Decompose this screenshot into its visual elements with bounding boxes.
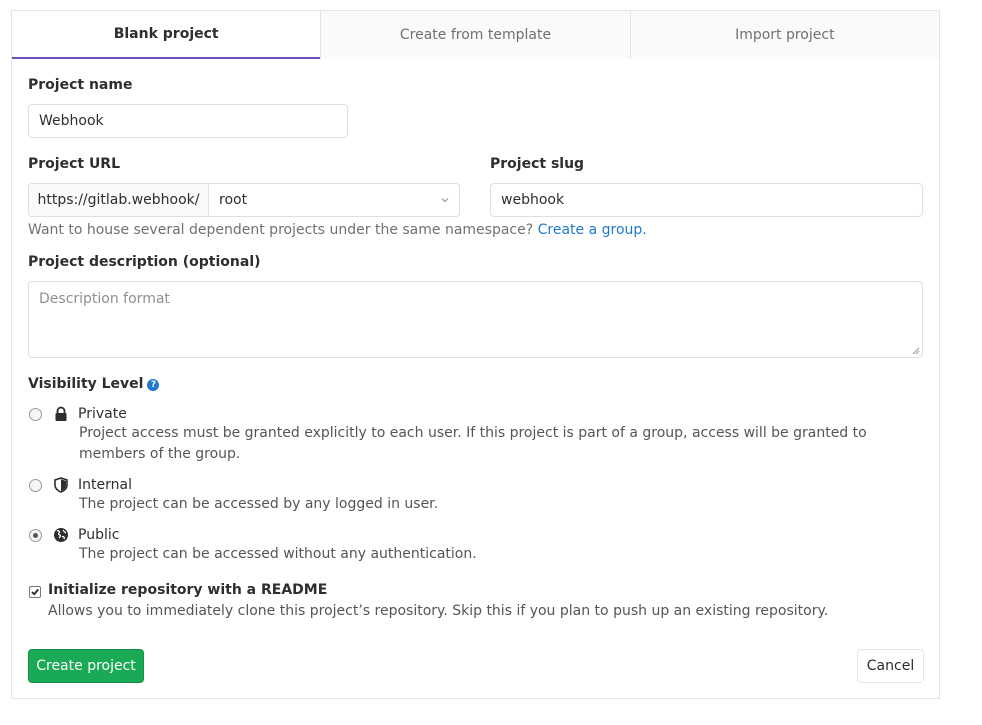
readme-desc: Allows you to immediately clone this pro… xyxy=(48,603,829,619)
visibility-level-text: Visibility Level xyxy=(28,376,144,392)
create-project-button[interactable]: Create project xyxy=(28,649,144,683)
tab-blank-project[interactable]: Blank project xyxy=(12,11,321,59)
project-slug-input[interactable]: webhook xyxy=(490,183,923,217)
project-description-textarea[interactable]: Description format xyxy=(28,281,923,358)
visibility-private-desc: Project access must be granted explicitl… xyxy=(79,425,867,462)
new-project-panel: Blank project Create from template Impor… xyxy=(11,10,940,699)
tab-import-project[interactable]: Import project xyxy=(629,11,939,59)
help-icon[interactable]: ? xyxy=(147,379,160,391)
radio-internal[interactable] xyxy=(29,479,42,492)
namespace-select[interactable]: root xyxy=(209,184,459,216)
namespace-help: Want to house several dependent projects… xyxy=(28,222,647,238)
project-url-label: Project URL xyxy=(28,156,121,172)
visibility-public-title: Public xyxy=(78,527,120,543)
description-placeholder: Description format xyxy=(39,291,170,307)
readme-checkbox[interactable] xyxy=(29,586,41,598)
visibility-internal-desc: The project can be accessed by any logge… xyxy=(79,496,439,512)
resize-grip-icon[interactable] xyxy=(912,347,920,355)
project-tabs: Blank project Create from template Impor… xyxy=(12,11,939,59)
visibility-private-title: Private xyxy=(78,406,127,422)
radio-public[interactable] xyxy=(29,529,42,542)
globe-icon xyxy=(54,528,68,542)
radio-private[interactable] xyxy=(29,408,42,421)
check-icon xyxy=(31,588,39,596)
project-name-input[interactable]: Webhook xyxy=(28,104,348,138)
readme-label: Initialize repository with a README xyxy=(48,582,328,598)
url-prefix: https://gitlab.webhook/ xyxy=(29,184,209,216)
cancel-button[interactable]: Cancel xyxy=(857,649,924,683)
visibility-internal-title: Internal xyxy=(78,477,132,493)
namespace-value: root xyxy=(219,192,248,208)
shield-icon xyxy=(54,477,68,493)
project-description-label: Project description (optional) xyxy=(28,254,261,270)
lock-icon xyxy=(55,406,67,421)
chevron-down-icon xyxy=(441,198,449,203)
project-slug-label: Project slug xyxy=(490,156,585,172)
project-slug-value: webhook xyxy=(501,192,565,208)
namespace-help-text: Want to house several dependent projects… xyxy=(28,222,534,238)
project-name-label: Project name xyxy=(28,77,133,93)
project-url-group: https://gitlab.webhook/ root xyxy=(28,183,460,217)
tab-create-from-template[interactable]: Create from template xyxy=(320,11,630,59)
visibility-public-desc: The project can be accessed without any … xyxy=(79,546,477,562)
visibility-level-label: Visibility Level? xyxy=(28,376,160,392)
project-name-value: Webhook xyxy=(39,113,104,129)
create-group-link[interactable]: Create a group. xyxy=(538,222,647,238)
